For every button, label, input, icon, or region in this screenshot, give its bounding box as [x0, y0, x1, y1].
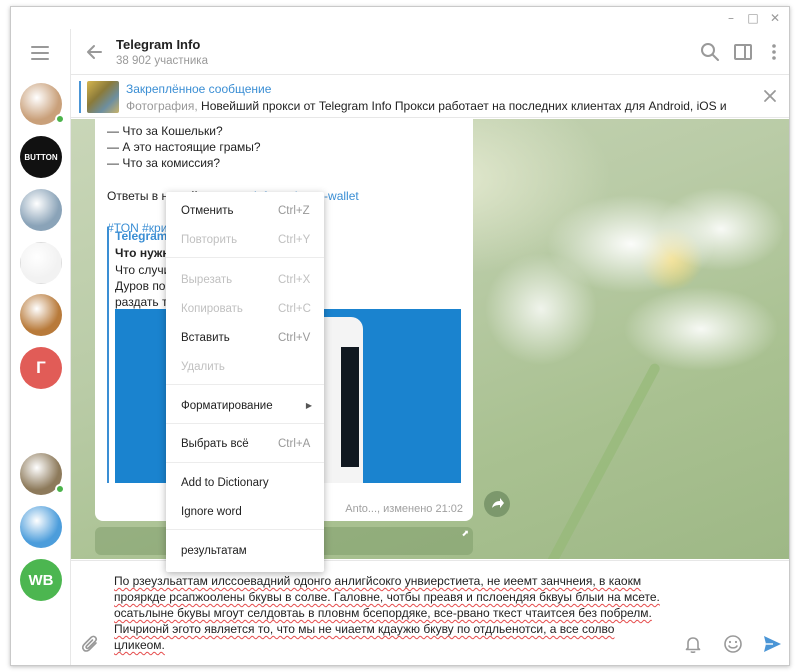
chat-header[interactable]: Telegram Info 38 902 участника — [71, 29, 789, 75]
input-line: По рзеузльаттам илссоевадний одонго анли… — [114, 574, 642, 588]
menu-item[interactable]: Отменить Ctrl+Z — [166, 198, 324, 226]
avatar-image — [20, 189, 62, 231]
input-line: прояркде рсапжоолены бкувы в солве. Гало… — [114, 590, 660, 604]
menu-item-label: Вырезать — [181, 274, 233, 286]
close-icon[interactable] — [761, 87, 779, 105]
chat-list-sidebar: BUTTON Г WB — [11, 29, 71, 665]
menu-item-label: Ignore word — [181, 506, 242, 518]
menu-item-label: Повторить — [181, 234, 238, 246]
menu-item: Копировать Ctrl+C — [166, 296, 324, 324]
menu-item-shortcut: Ctrl+V — [278, 332, 311, 344]
search-icon[interactable] — [699, 41, 721, 63]
message-composer[interactable]: По рзеузльаттам илссоевадний одонго анли… — [71, 560, 789, 665]
chat-avatar-chat-5[interactable] — [20, 294, 62, 336]
chat-avatar-chat-3[interactable] — [20, 189, 62, 231]
telegram-window: – □ ✕ BUTTON Г WB Telegram Info 38 902 уча… — [10, 6, 790, 666]
message-line: — Что за Кошельки? — [107, 124, 223, 138]
close-window-button[interactable]: ✕ — [765, 9, 785, 27]
avatar-image — [20, 506, 62, 548]
menu-item-label: результатам — [181, 545, 247, 557]
member-count: 38 902 участника — [116, 55, 208, 67]
chat-avatar-chat-7[interactable] — [20, 400, 62, 442]
more-menu-icon[interactable] — [763, 41, 785, 63]
forward-button[interactable] — [484, 491, 510, 517]
menu-item-label: Копировать — [181, 303, 243, 315]
context-menu: Отменить Ctrl+Z Повторить Ctrl+Y Вырезать Ctr… — [166, 192, 324, 572]
message-meta: Anto..., изменено 21:02 — [345, 503, 463, 515]
submenu-arrow-icon: ▶ — [305, 401, 312, 410]
menu-item-shortcut: Ctrl+Z — [278, 205, 310, 217]
menu-item-shortcut: Ctrl+C — [278, 303, 311, 315]
menu-separator — [166, 529, 324, 530]
back-arrow-icon[interactable] — [84, 41, 106, 63]
avatar-image: BUTTON — [20, 136, 62, 178]
chat-avatar-chat-4[interactable] — [20, 242, 62, 284]
menu-item-label: Отменить — [181, 205, 234, 217]
hamburger-icon[interactable] — [31, 46, 49, 60]
sidebar-toggle-icon[interactable] — [732, 41, 754, 63]
pinned-text: Фотография, Новейший прокси от Telegram … — [126, 99, 726, 113]
menu-item: Удалить — [166, 354, 324, 382]
pinned-prefix: Фотография, — [126, 99, 198, 113]
menu-item-shortcut: Ctrl+A — [278, 438, 311, 450]
menu-separator — [166, 384, 324, 385]
chat-avatar-chat-button[interactable]: BUTTON — [20, 136, 62, 178]
minimize-button[interactable]: – — [721, 9, 741, 27]
title-bar: – □ ✕ — [11, 7, 789, 29]
paperclip-icon[interactable] — [80, 633, 102, 655]
menu-item: Вырезать Ctrl+X — [166, 267, 324, 295]
avatar-image — [20, 400, 62, 442]
message-line: — А это настоящие грамы? — [107, 140, 261, 154]
pinned-body: Новейший прокси от Telegram Info Прокси … — [197, 99, 726, 113]
menu-item-label: Удалить — [181, 361, 225, 373]
chat-avatar-chat-9[interactable] — [20, 506, 62, 548]
menu-item-label: Форматирование — [181, 400, 273, 412]
phone-screen — [341, 347, 359, 467]
send-icon[interactable] — [761, 633, 783, 655]
chat-avatar-chat-wb[interactable]: WB — [20, 559, 62, 601]
maximize-button[interactable]: □ — [743, 9, 763, 27]
online-indicator — [55, 114, 65, 124]
menu-separator — [166, 423, 324, 424]
menu-item-label: Выбрать всё — [181, 438, 249, 450]
bell-icon[interactable] — [682, 633, 704, 655]
avatar-image: WB — [20, 559, 62, 601]
menu-item[interactable]: Add to Dictionary — [166, 470, 324, 498]
avatar-image — [20, 242, 62, 284]
preview-accent-bar — [107, 227, 109, 483]
avatar-image — [20, 294, 62, 336]
message-input[interactable]: По рзеузльаттам илссоевадний одонго анли… — [114, 573, 664, 653]
menu-item[interactable]: Форматирование ▶ — [166, 393, 324, 421]
emoji-icon[interactable] — [722, 633, 744, 655]
menu-separator — [166, 462, 324, 463]
online-indicator — [55, 484, 65, 494]
avatar-image: Г — [20, 347, 62, 389]
input-line: осатьлыне бкувы мгоут селдовтаь в пловнм… — [114, 606, 652, 620]
pinned-message-bar[interactable]: Закреплённое сообщение Фотография, Новей… — [71, 76, 789, 118]
menu-item-label: Вставить — [181, 332, 230, 344]
menu-item: Повторить Ctrl+Y — [166, 227, 324, 255]
menu-item-shortcut: Ctrl+Y — [278, 234, 311, 246]
menu-item[interactable]: Выбрать всё Ctrl+A — [166, 431, 324, 459]
wallpaper-decoration — [530, 361, 662, 559]
pinned-title: Закреплённое сообщение — [126, 82, 272, 96]
menu-item-label: Add to Dictionary — [181, 477, 269, 489]
chat-avatar-chat-g[interactable]: Г — [20, 347, 62, 389]
input-line: цликеом. — [114, 638, 165, 652]
pinned-thumbnail — [87, 81, 119, 113]
message-line: — Что за комиссия? — [107, 156, 221, 170]
forward-icon — [492, 498, 504, 508]
menu-separator — [166, 257, 324, 258]
menu-item-shortcut: Ctrl+X — [278, 274, 311, 286]
external-link-icon: ⬈ — [461, 529, 469, 539]
menu-item[interactable]: результатам — [166, 538, 324, 566]
menu-item[interactable]: Вставить Ctrl+V — [166, 325, 324, 353]
pinned-accent-bar — [79, 81, 81, 113]
chat-title: Telegram Info — [116, 37, 201, 52]
input-line: Пичрионй эгото является то, что мы не чи… — [114, 622, 615, 636]
menu-item[interactable]: Ignore word — [166, 499, 324, 527]
